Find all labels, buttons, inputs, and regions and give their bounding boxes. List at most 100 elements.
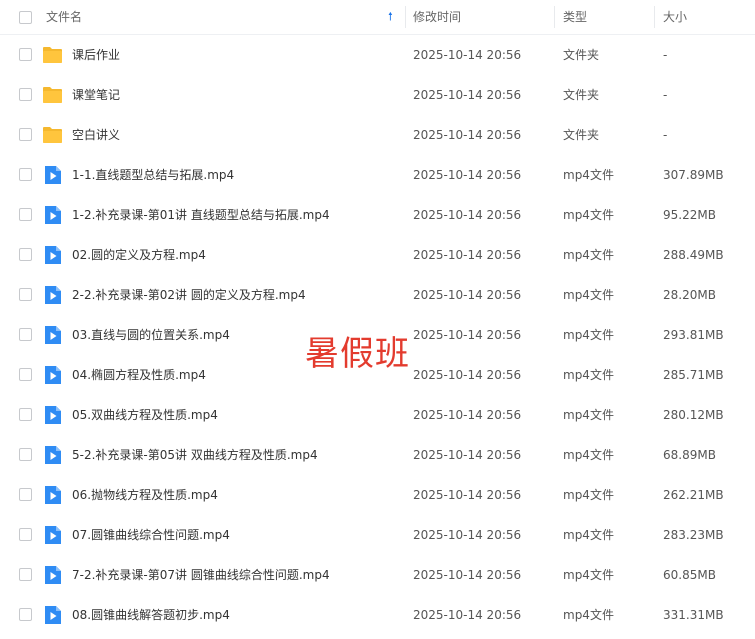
table-row[interactable]: 1-2.补充录课-第01讲 直线题型总结与拓展.mp4 2025-10-14 2… (0, 195, 755, 235)
file-type: mp4文件 (563, 168, 614, 182)
row-checkbox[interactable] (19, 168, 32, 181)
table-row[interactable]: 1-1.直线题型总结与拓展.mp4 2025-10-14 20:56 mp4文件… (0, 155, 755, 195)
file-size: 283.23MB (663, 528, 724, 542)
file-name[interactable]: 7-2.补充录课-第07讲 圆锥曲线综合性问题.mp4 (72, 555, 330, 595)
video-file-icon (45, 366, 61, 384)
file-size: - (663, 48, 668, 62)
file-type: mp4文件 (563, 368, 614, 382)
column-divider[interactable] (405, 6, 406, 28)
file-name[interactable]: 08.圆锥曲线解答题初步.mp4 (72, 595, 230, 635)
file-size: 95.22MB (663, 208, 716, 222)
video-file-icon (45, 326, 61, 344)
row-checkbox[interactable] (19, 88, 32, 101)
file-size: 280.12MB (663, 408, 724, 422)
file-name[interactable]: 1-2.补充录课-第01讲 直线题型总结与拓展.mp4 (72, 195, 330, 235)
column-divider[interactable] (554, 6, 555, 28)
file-size: - (663, 88, 668, 102)
file-size: - (663, 128, 668, 142)
row-checkbox[interactable] (19, 328, 32, 341)
row-checkbox[interactable] (19, 568, 32, 581)
file-size: 28.20MB (663, 288, 716, 302)
file-size: 285.71MB (663, 368, 724, 382)
modified-time: 2025-10-14 20:56 (413, 128, 522, 142)
row-checkbox[interactable] (19, 608, 32, 621)
file-name[interactable]: 课堂笔记 (72, 75, 120, 115)
table-row[interactable]: 空白讲义 2025-10-14 20:56 文件夹 - (0, 115, 755, 155)
file-size: 307.89MB (663, 168, 724, 182)
file-type: mp4文件 (563, 448, 614, 462)
row-checkbox[interactable] (19, 488, 32, 501)
file-name[interactable]: 课后作业 (72, 35, 120, 75)
video-file-icon (45, 446, 61, 464)
file-type: mp4文件 (563, 288, 614, 302)
file-type: 文件夹 (563, 48, 600, 62)
folder-icon (43, 127, 62, 143)
folder-icon (43, 47, 62, 63)
table-row[interactable]: 07.圆锥曲线综合性问题.mp4 2025-10-14 20:56 mp4文件 … (0, 515, 755, 555)
file-type: mp4文件 (563, 488, 614, 502)
table-row[interactable]: 5-2.补充录课-第05讲 双曲线方程及性质.mp4 2025-10-14 20… (0, 435, 755, 475)
file-name[interactable]: 5-2.补充录课-第05讲 双曲线方程及性质.mp4 (72, 435, 318, 475)
file-type: 文件夹 (563, 128, 600, 142)
file-name[interactable]: 05.双曲线方程及性质.mp4 (72, 395, 218, 435)
modified-time: 2025-10-14 20:56 (413, 368, 522, 382)
file-name[interactable]: 空白讲义 (72, 115, 120, 155)
modified-time: 2025-10-14 20:56 (413, 488, 522, 502)
column-divider[interactable] (654, 6, 655, 28)
column-header-time[interactable]: 修改时间 (413, 0, 461, 34)
table-row[interactable]: 02.圆的定义及方程.mp4 2025-10-14 20:56 mp4文件 28… (0, 235, 755, 275)
file-name[interactable]: 1-1.直线题型总结与拓展.mp4 (72, 155, 234, 195)
row-checkbox[interactable] (19, 288, 32, 301)
modified-time: 2025-10-14 20:56 (413, 248, 522, 262)
file-name[interactable]: 02.圆的定义及方程.mp4 (72, 235, 206, 275)
video-file-icon (45, 246, 61, 264)
file-size: 331.31MB (663, 608, 724, 622)
table-row[interactable]: 08.圆锥曲线解答题初步.mp4 2025-10-14 20:56 mp4文件 … (0, 595, 755, 635)
arrow-up-icon[interactable]: 🠕 (388, 0, 393, 34)
row-checkbox[interactable] (19, 248, 32, 261)
row-checkbox[interactable] (19, 208, 32, 221)
video-file-icon (45, 526, 61, 544)
file-name[interactable]: 03.直线与圆的位置关系.mp4 (72, 315, 230, 355)
video-file-icon (45, 166, 61, 184)
row-checkbox[interactable] (19, 128, 32, 141)
modified-time: 2025-10-14 20:56 (413, 88, 522, 102)
table-row[interactable]: 06.抛物线方程及性质.mp4 2025-10-14 20:56 mp4文件 2… (0, 475, 755, 515)
table-row[interactable]: 7-2.补充录课-第07讲 圆锥曲线综合性问题.mp4 2025-10-14 2… (0, 555, 755, 595)
column-header-name[interactable]: 文件名 (46, 0, 401, 34)
row-checkbox[interactable] (19, 368, 32, 381)
modified-time: 2025-10-14 20:56 (413, 408, 522, 422)
video-file-icon (45, 406, 61, 424)
file-type: mp4文件 (563, 248, 614, 262)
file-size: 293.81MB (663, 328, 724, 342)
file-size: 288.49MB (663, 248, 724, 262)
modified-time: 2025-10-14 20:56 (413, 168, 522, 182)
column-header-type[interactable]: 类型 (563, 0, 587, 34)
row-checkbox[interactable] (19, 48, 32, 61)
file-name[interactable]: 04.椭圆方程及性质.mp4 (72, 355, 206, 395)
modified-time: 2025-10-14 20:56 (413, 568, 522, 582)
row-checkbox[interactable] (19, 408, 32, 421)
file-name[interactable]: 07.圆锥曲线综合性问题.mp4 (72, 515, 230, 555)
table-row[interactable]: 课堂笔记 2025-10-14 20:56 文件夹 - (0, 75, 755, 115)
modified-time: 2025-10-14 20:56 (413, 448, 522, 462)
video-file-icon (45, 486, 61, 504)
row-checkbox[interactable] (19, 448, 32, 461)
file-size: 60.85MB (663, 568, 716, 582)
column-header-type-label: 类型 (563, 10, 588, 24)
modified-time: 2025-10-14 20:56 (413, 328, 522, 342)
select-all-checkbox[interactable] (19, 11, 32, 24)
file-size: 68.89MB (663, 448, 716, 462)
file-type: mp4文件 (563, 208, 614, 222)
table-row[interactable]: 课后作业 2025-10-14 20:56 文件夹 - (0, 35, 755, 75)
table-header: 文件名 🠕 修改时间 类型 大小 (0, 0, 755, 35)
video-file-icon (45, 606, 61, 624)
file-name[interactable]: 2-2.补充录课-第02讲 圆的定义及方程.mp4 (72, 275, 306, 315)
file-type: 文件夹 (563, 88, 600, 102)
row-checkbox[interactable] (19, 528, 32, 541)
file-name[interactable]: 06.抛物线方程及性质.mp4 (72, 475, 218, 515)
file-type: mp4文件 (563, 608, 614, 622)
table-row[interactable]: 05.双曲线方程及性质.mp4 2025-10-14 20:56 mp4文件 2… (0, 395, 755, 435)
column-header-size[interactable]: 大小 (663, 0, 687, 34)
table-row[interactable]: 2-2.补充录课-第02讲 圆的定义及方程.mp4 2025-10-14 20:… (0, 275, 755, 315)
